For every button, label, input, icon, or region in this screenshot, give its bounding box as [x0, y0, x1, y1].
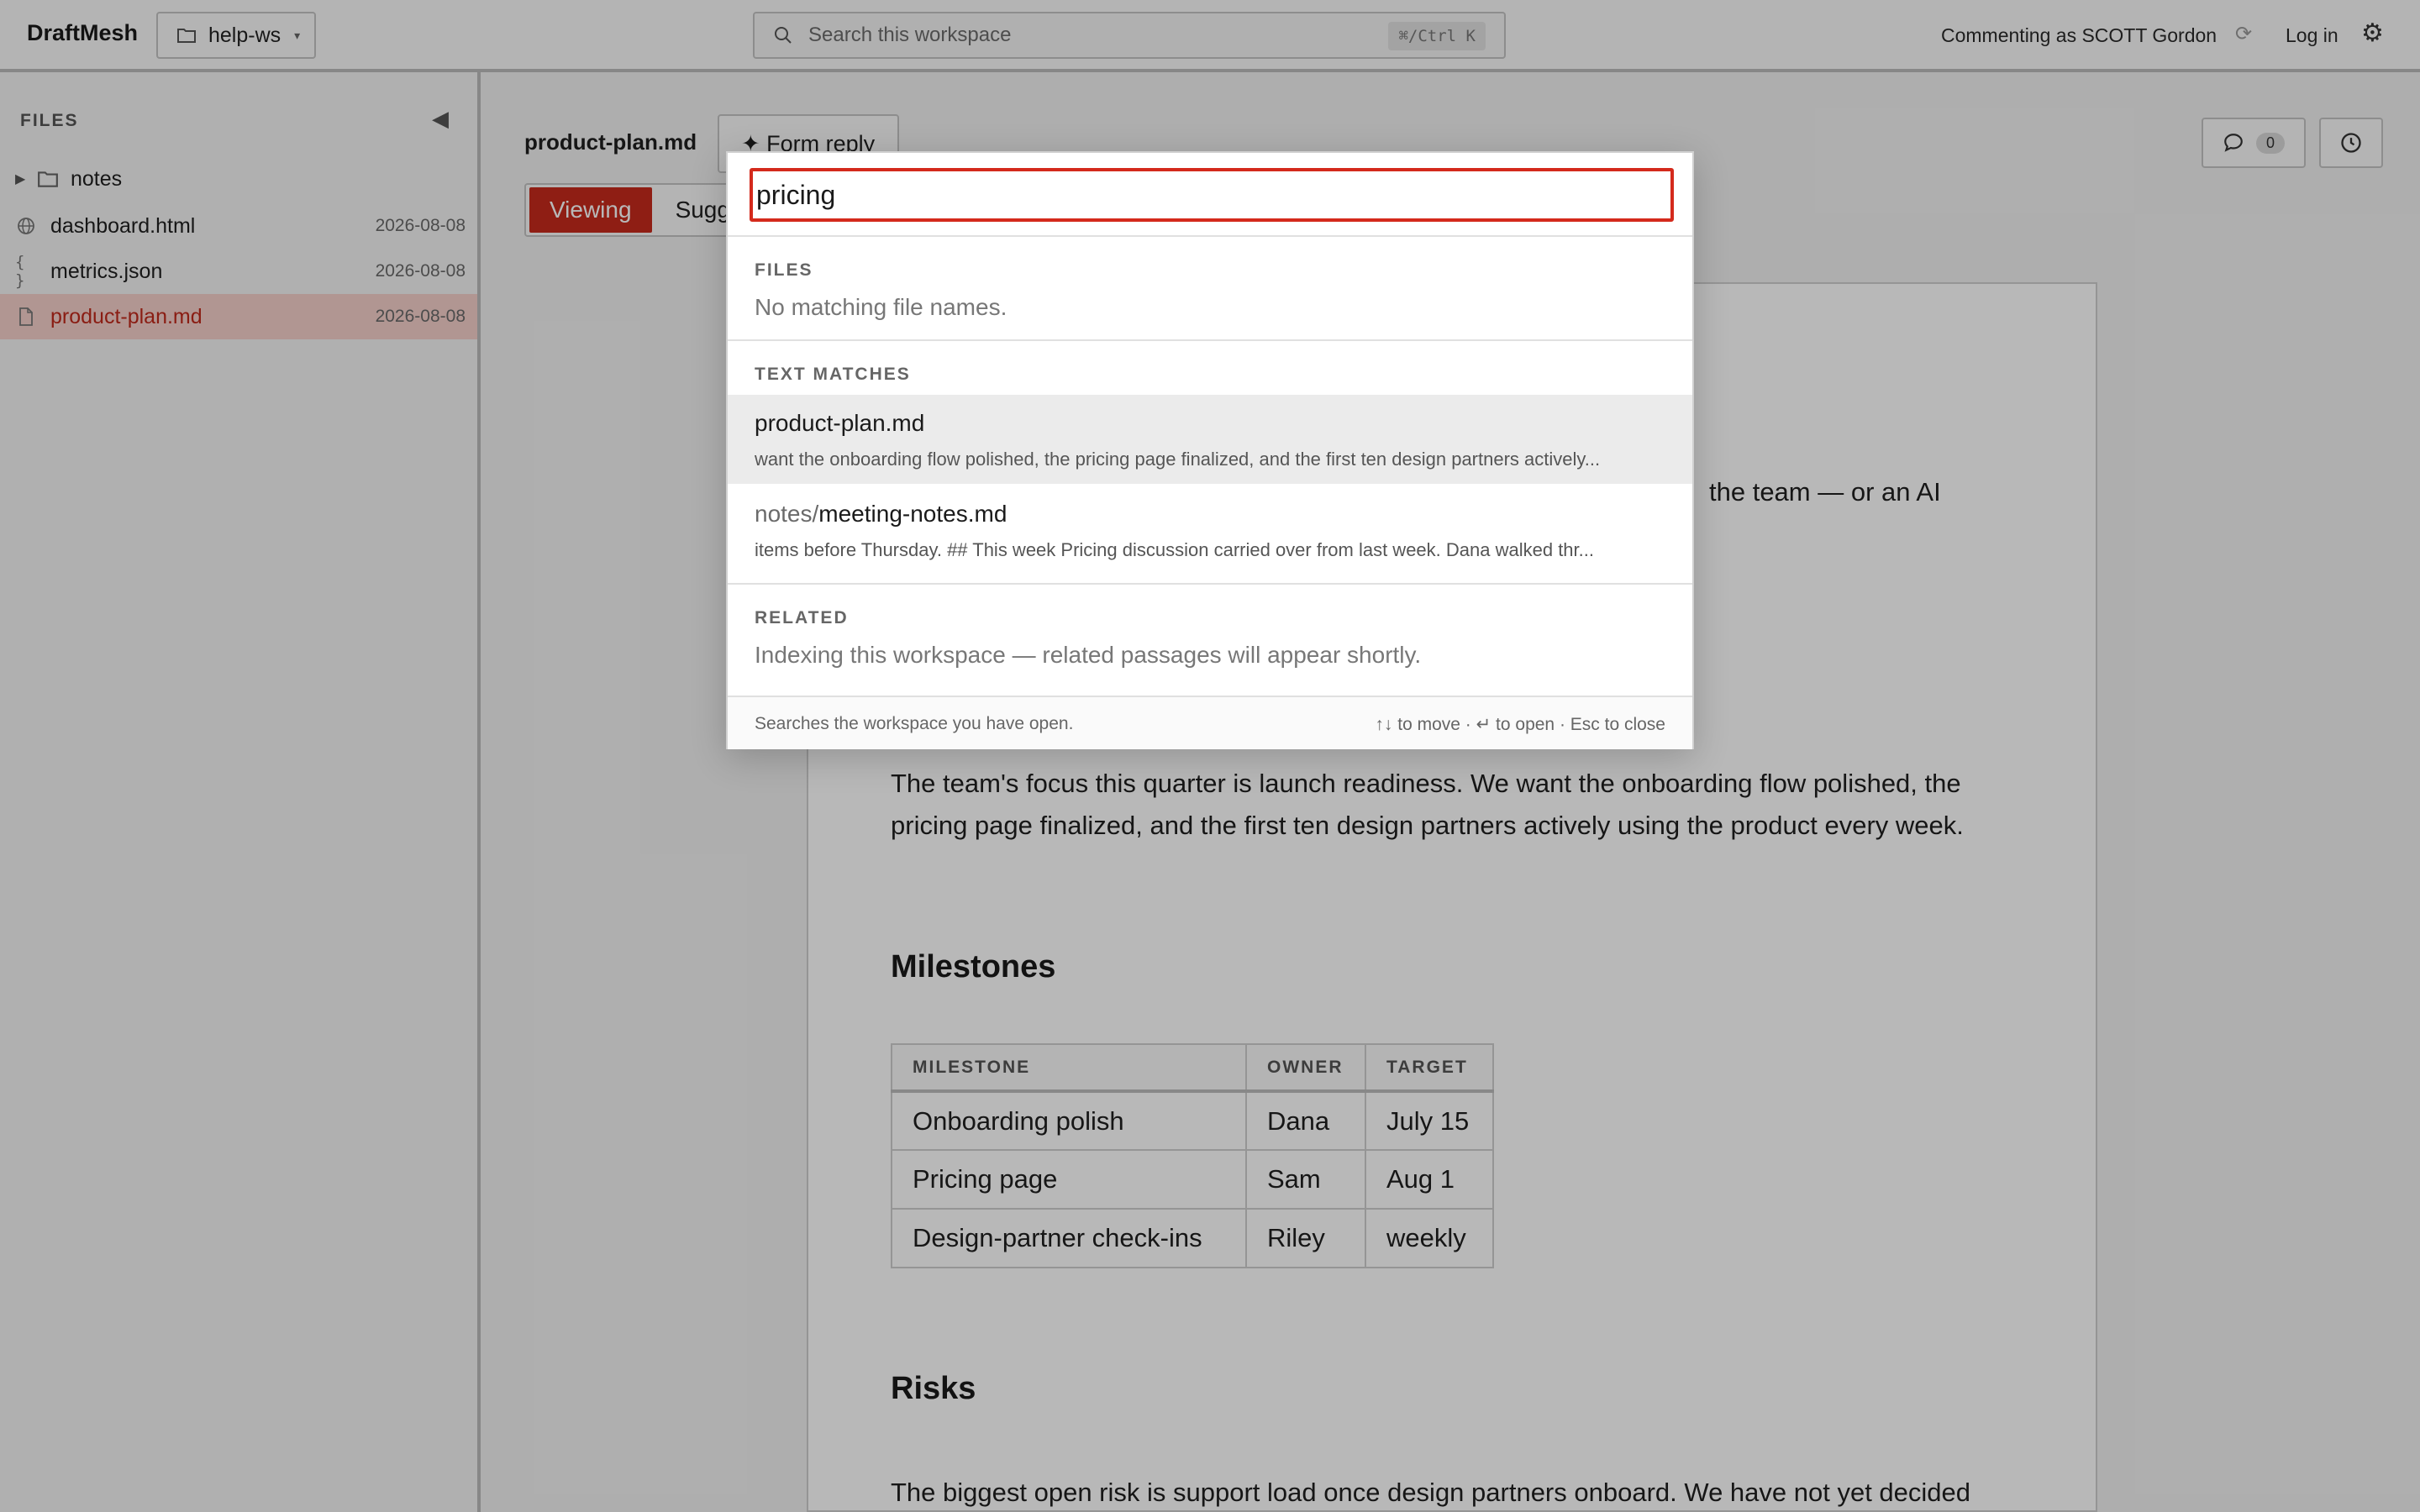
search-modal: pricing FILES No matching file names. TE… [726, 151, 1694, 749]
result-title: product-plan.md [755, 410, 924, 437]
modal-footer: Searches the workspace you have open. ↑↓… [728, 697, 1692, 749]
result-dir: notes/ [755, 501, 819, 527]
related-section-label: RELATED [755, 608, 849, 627]
result-snippet: items before Thursday. ## This week Pric… [755, 539, 1594, 560]
text-matches-label: TEXT MATCHES [755, 365, 911, 384]
result-title: notes/meeting-notes.md [755, 501, 1007, 528]
divider [728, 235, 1692, 237]
keyboard-hints: ↑↓ to move · ↵ to open · Esc to close [1375, 715, 1665, 734]
files-section-label: FILES [755, 260, 813, 280]
search-query-input[interactable]: pricing [750, 168, 1674, 222]
result-file: meeting-notes.md [818, 501, 1007, 527]
divider [728, 583, 1692, 585]
result-file: product-plan.md [755, 410, 925, 436]
footer-hint: Searches the workspace you have open. [755, 714, 1074, 733]
search-result[interactable]: notes/meeting-notes.md items before Thur… [728, 486, 1692, 575]
divider [728, 339, 1692, 341]
related-status: Indexing this workspace — related passag… [755, 642, 1422, 668]
no-file-matches: No matching file names. [755, 294, 1007, 320]
search-result[interactable]: product-plan.md want the onboarding flow… [728, 395, 1692, 484]
result-snippet: want the onboarding flow polished, the p… [755, 449, 1601, 470]
